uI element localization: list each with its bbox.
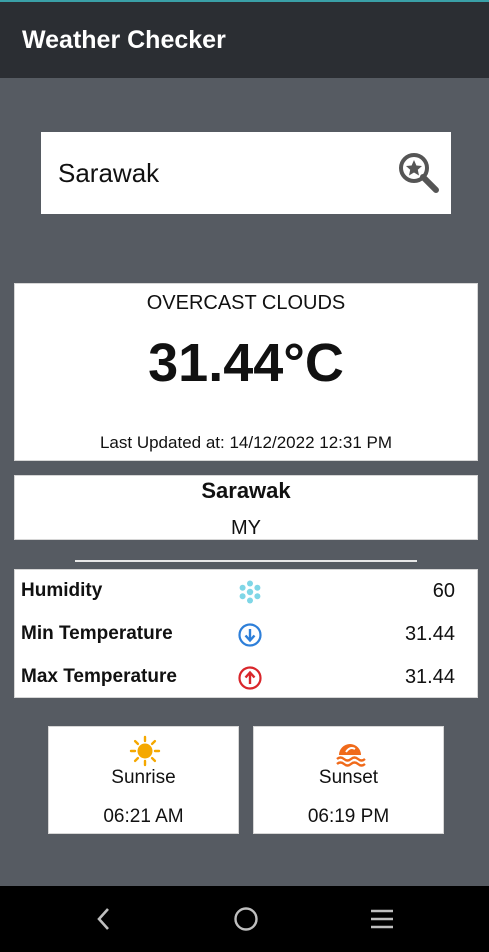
sunset-icon [336, 744, 366, 767]
search-box[interactable]: Sarawak [41, 132, 451, 214]
search-star-icon[interactable] [397, 151, 441, 195]
location-card: Sarawak MY [14, 475, 478, 540]
sun-icon [129, 735, 161, 767]
min-temp-value: 31.44 [404, 623, 455, 645]
home-button[interactable] [231, 904, 261, 934]
arrow-up-circle-icon [238, 666, 262, 690]
location-country: MY [231, 517, 261, 539]
divider [75, 560, 417, 562]
arrow-down-circle-icon [238, 623, 262, 647]
humidity-row: Humidity 60 [15, 570, 479, 613]
back-button[interactable] [89, 904, 119, 934]
humidity-value: 60 [432, 580, 455, 602]
app-bar: Weather Checker [0, 0, 489, 78]
humidity-label: Humidity [21, 580, 103, 601]
menu-icon[interactable] [367, 904, 397, 934]
sunset-card: Sunset 06:19 PM [253, 726, 444, 834]
last-updated: Last Updated at: 14/12/2022 12:31 PM [99, 433, 393, 452]
temperature: 31.44°C [148, 333, 344, 393]
recents-button[interactable] [367, 904, 397, 934]
sunrise-time: 06:21 AM [103, 806, 184, 827]
weather-condition: OVERCAST CLOUDS [146, 292, 346, 314]
sunset-time: 06:19 PM [307, 806, 390, 827]
sunset-label: Sunset [318, 767, 379, 788]
sunrise-label: Sunrise [111, 767, 176, 788]
stats-card: Humidity 60 Min Temperature 31.44 Max Te… [14, 569, 478, 698]
snowflake-icon [239, 580, 261, 604]
location-name: Sarawak [201, 478, 291, 503]
min-temp-label: Min Temperature [21, 623, 173, 644]
app-title: Weather Checker [22, 26, 226, 54]
search-button[interactable] [397, 151, 441, 195]
back-icon[interactable] [89, 904, 119, 934]
weather-card: OVERCAST CLOUDS 31.44°C Last Updated at:… [14, 283, 478, 461]
system-nav-bar [0, 886, 489, 952]
search-input[interactable]: Sarawak [58, 158, 159, 189]
sunrise-card: Sunrise 06:21 AM [48, 726, 239, 834]
max-temp-value: 31.44 [404, 666, 455, 688]
max-temp-row: Max Temperature 31.44 [15, 656, 479, 699]
home-icon[interactable] [231, 904, 261, 934]
max-temp-label: Max Temperature [21, 666, 177, 687]
min-temp-row: Min Temperature 31.44 [15, 613, 479, 656]
